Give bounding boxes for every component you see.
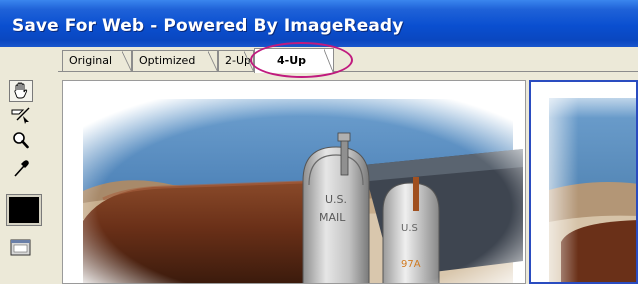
- tab-baseline: [58, 71, 638, 72]
- zoom-tool-button[interactable]: [9, 130, 33, 152]
- zoom-icon: [13, 132, 29, 149]
- preview-in-browser-icon: [10, 239, 31, 256]
- eyedropper-tool-button[interactable]: [9, 158, 33, 180]
- tab-4-up[interactable]: 4-Up: [254, 48, 334, 73]
- window-title: Save For Web - Powered By ImageReady: [12, 16, 404, 36]
- preview-in-browser-button[interactable]: [9, 237, 33, 259]
- hand-icon: [14, 82, 28, 99]
- tab-original[interactable]: Original: [62, 50, 132, 71]
- save-for-web-window: Save For Web - Powered By ImageReady Ori…: [0, 0, 638, 284]
- slice-select-tool-button[interactable]: [9, 104, 33, 126]
- tab-optimized[interactable]: Optimized: [132, 50, 218, 71]
- color-swatch[interactable]: [7, 195, 41, 225]
- mailboxes-photo-copy: [531, 82, 636, 282]
- mailboxes-photo: U.S. MAIL U.S 97A: [63, 81, 525, 283]
- slice-select-icon: [11, 107, 30, 124]
- hand-tool-button[interactable]: [9, 80, 33, 102]
- original-preview-pane[interactable]: U.S. MAIL U.S 97A: [62, 80, 526, 284]
- tab-2-up[interactable]: 2-Up: [218, 50, 254, 71]
- optimized-preview-pane[interactable]: [529, 80, 638, 284]
- eyedropper-icon: [14, 160, 29, 177]
- title-bar[interactable]: Save For Web - Powered By ImageReady: [0, 0, 638, 47]
